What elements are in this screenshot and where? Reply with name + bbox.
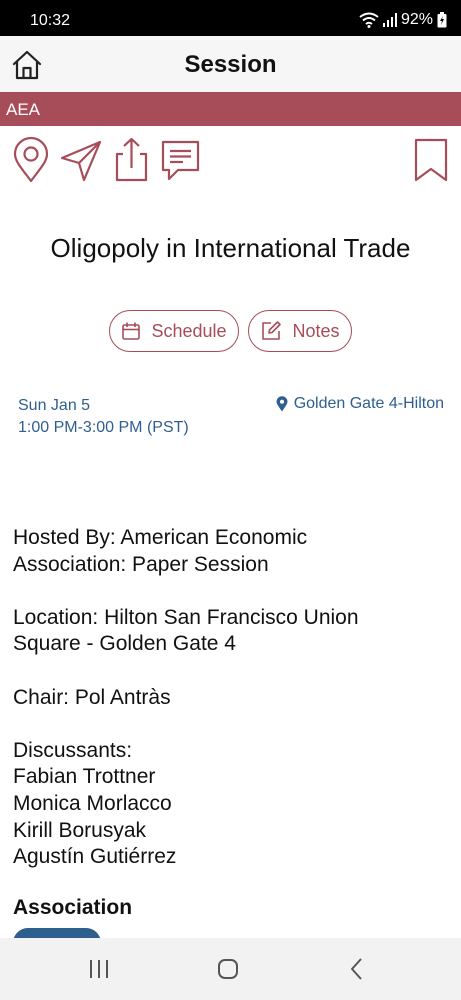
location-line-2: Square - Golden Gate 4 bbox=[13, 632, 236, 656]
system-nav-bar bbox=[0, 938, 461, 1000]
session-time: 1:00 PM-3:00 PM (PST) bbox=[18, 419, 189, 436]
hosted-by-line-2: Association: Paper Session bbox=[13, 552, 269, 576]
schedule-button[interactable]: Schedule bbox=[109, 310, 239, 352]
bookmark-button[interactable] bbox=[410, 136, 452, 184]
discussant-item: Fabian Trottner bbox=[13, 765, 156, 789]
home-nav-button[interactable] bbox=[213, 956, 243, 982]
home-circle-icon bbox=[218, 959, 238, 979]
recent-apps-button[interactable] bbox=[84, 956, 114, 982]
discussants: Discussants: Fabian Trottner Monica Morl… bbox=[13, 738, 453, 871]
recent-apps-icon bbox=[90, 960, 108, 978]
navigation-arrow-icon bbox=[60, 140, 102, 182]
map-pin-button[interactable] bbox=[10, 136, 52, 184]
location-line-1: Location: Hilton San Francisco Union bbox=[13, 605, 359, 629]
map-pin-icon bbox=[13, 136, 49, 183]
share-button[interactable] bbox=[110, 136, 152, 184]
session-location-link[interactable]: Golden Gate 4-Hilton bbox=[276, 395, 444, 413]
session-datetime: Sun Jan 5 1:00 PM-3:00 PM (PST) bbox=[18, 395, 189, 439]
session-date: Sun Jan 5 bbox=[18, 397, 91, 414]
hosted-by: Hosted By: American Economic Association… bbox=[13, 525, 453, 578]
session-title: Oligopoly in International Trade bbox=[50, 233, 411, 263]
discussant-item: Kirill Borusyak bbox=[13, 818, 147, 842]
back-chevron-icon bbox=[351, 958, 362, 980]
session-details: Hosted By: American Economic Association… bbox=[13, 525, 453, 871]
comment-button[interactable] bbox=[158, 136, 200, 184]
discussants-heading: Discussants: bbox=[13, 738, 133, 762]
location-pin-icon bbox=[276, 396, 288, 412]
calendar-icon bbox=[122, 322, 141, 340]
edit-note-icon bbox=[262, 321, 282, 340]
directions-button[interactable] bbox=[58, 136, 104, 184]
bookmark-icon bbox=[414, 138, 448, 182]
comment-icon bbox=[161, 140, 200, 181]
notes-label: Notes bbox=[292, 320, 340, 341]
chair: Chair: Pol Antràs bbox=[13, 685, 171, 709]
page-title: Session bbox=[184, 51, 277, 78]
discussant-item: Monica Morlacco bbox=[13, 791, 172, 815]
hosted-by-line-1: Hosted By: American Economic bbox=[13, 526, 308, 549]
status-time: 10:32 bbox=[30, 12, 71, 29]
battery-icon bbox=[437, 12, 447, 28]
association-label: AEA bbox=[6, 100, 41, 119]
share-icon bbox=[115, 137, 148, 182]
action-row bbox=[0, 136, 461, 186]
status-bar: 10:32 92% bbox=[0, 0, 461, 36]
notes-button[interactable]: Notes bbox=[248, 310, 352, 352]
battery-percent: 92% bbox=[400, 11, 433, 28]
location-detail: Location: Hilton San Francisco Union Squ… bbox=[13, 605, 453, 658]
signal-icon bbox=[382, 13, 397, 27]
schedule-label: Schedule bbox=[151, 320, 227, 341]
app-header: Session bbox=[0, 36, 461, 92]
wifi-icon bbox=[359, 12, 379, 28]
discussant-item: Agustín Gutiérrez bbox=[13, 845, 177, 869]
association-bar: AEA bbox=[0, 92, 461, 126]
status-icons: 92% bbox=[359, 11, 447, 29]
association-heading: Association bbox=[13, 896, 133, 919]
back-nav-button[interactable] bbox=[342, 956, 372, 982]
session-location: Golden Gate 4-Hilton bbox=[293, 395, 444, 412]
